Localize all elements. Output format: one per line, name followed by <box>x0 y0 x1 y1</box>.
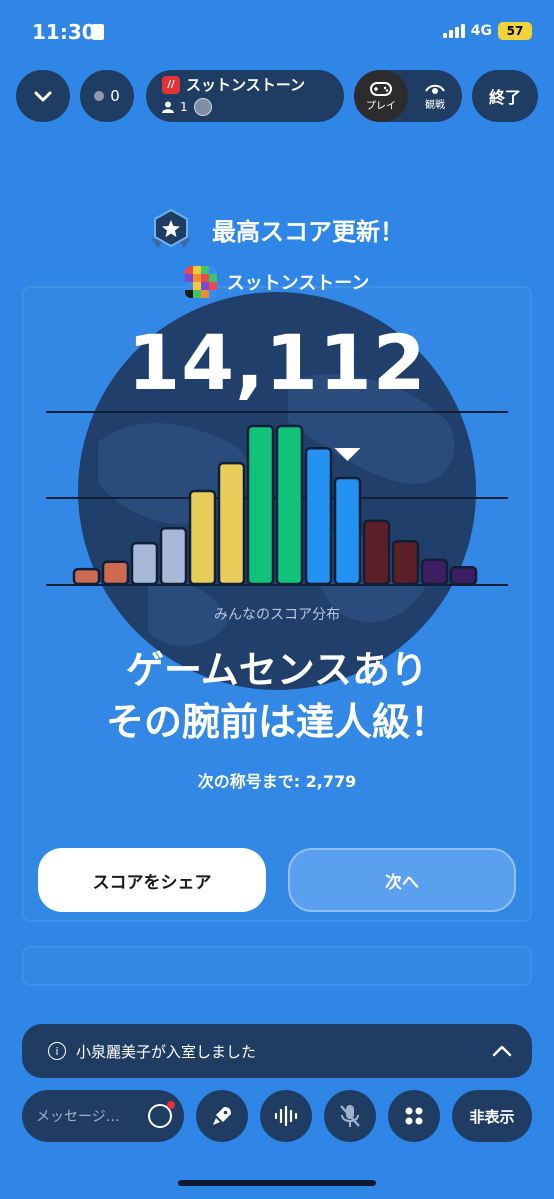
mic-button[interactable] <box>324 1090 376 1142</box>
next-button[interactable]: 次へ <box>288 848 516 912</box>
distribution-bar <box>304 447 333 586</box>
distribution-bar <box>101 560 130 586</box>
game-icon <box>184 266 217 298</box>
sound-wave-icon <box>274 1105 298 1127</box>
message-input[interactable]: メッセージ… <box>22 1090 184 1142</box>
orientation-lock-icon <box>92 24 104 40</box>
signal-icon <box>442 24 465 38</box>
collapse-button[interactable] <box>16 70 70 122</box>
chevron-down-icon <box>34 91 52 102</box>
result-header: 最高スコア更新！ <box>0 208 554 250</box>
status-time: 11:30 <box>32 20 96 44</box>
mic-muted-icon <box>340 1105 360 1127</box>
chevron-up-icon[interactable] <box>492 1044 512 1058</box>
status-bar: 11:30 4G 57 <box>0 0 554 64</box>
your-score-marker <box>334 448 361 462</box>
battery-icon: 57 <box>498 22 532 40</box>
share-score-button[interactable]: スコアをシェア <box>38 848 266 912</box>
network-type: 4G <box>470 23 492 39</box>
headline-line-2: その腕前は達人級！ <box>105 700 448 744</box>
game-name: スットンストーン <box>226 273 370 294</box>
score-value: 14,112 <box>127 318 427 407</box>
message-placeholder: メッセージ… <box>36 1109 120 1125</box>
bottom-bar: メッセージ… 非表示 <box>0 1088 554 1144</box>
score-distribution-chart <box>46 411 508 586</box>
distribution-bar <box>420 558 449 586</box>
distribution-bar <box>246 424 275 586</box>
distribution-bar <box>159 526 188 586</box>
star-badge-icon <box>152 208 190 248</box>
next-title-progress: 次の称号まで: 2,779 <box>197 772 357 791</box>
viewer-count: 0 <box>110 87 120 105</box>
voice-button[interactable] <box>260 1090 312 1142</box>
mode-play-label: プレイ <box>366 100 396 112</box>
distribution-bar <box>333 476 362 586</box>
distribution-bar <box>72 567 101 586</box>
battery-level: 57 <box>506 24 524 38</box>
info-icon: i <box>48 1042 66 1060</box>
end-button[interactable]: 終了 <box>472 70 538 122</box>
player-count: 1 <box>180 100 188 114</box>
mode-play-button[interactable]: プレイ <box>354 70 408 122</box>
distribution-bar <box>188 489 217 586</box>
distribution-bar <box>391 539 420 586</box>
game-logo-icon: // <box>162 75 180 94</box>
player-avatar <box>193 98 212 116</box>
mode-watch-label: 観戦 <box>425 99 445 111</box>
apps-button[interactable] <box>388 1090 440 1142</box>
top-controls: 0 // スットンストーン 1 プレイ 観戦 終了 <box>0 70 554 124</box>
viewer-count-button[interactable]: 0 <box>80 70 134 122</box>
distribution-bar <box>217 461 246 586</box>
headline-line-1: ゲームセンスあり <box>125 648 429 692</box>
person-icon <box>162 101 174 113</box>
mode-watch-button[interactable]: 観戦 <box>408 70 462 122</box>
distribution-label: みんなのスコア分布 <box>214 607 340 623</box>
end-label: 終了 <box>488 88 521 107</box>
viewer-dot-icon <box>94 91 105 101</box>
mode-switch: プレイ 観戦 <box>354 70 462 122</box>
emoji-icon[interactable] <box>148 1101 175 1128</box>
distribution-bar <box>130 541 159 586</box>
badge-title: 最高スコア更新！ <box>212 217 404 246</box>
game-info-pill[interactable]: // スットンストーン 1 <box>146 70 344 122</box>
rocket-button[interactable] <box>196 1090 248 1142</box>
join-notification[interactable]: i 小泉麗美子が入室しました <box>22 1024 532 1078</box>
distribution-bar <box>449 566 478 586</box>
hide-button[interactable]: 非表示 <box>452 1090 532 1142</box>
grid-icon <box>405 1107 423 1125</box>
distribution-bar <box>362 519 391 586</box>
game-title: スットンストーン <box>186 76 305 94</box>
rocket-icon <box>213 1107 231 1125</box>
distribution-bar <box>275 424 304 586</box>
gamepad-icon <box>370 81 392 96</box>
notification-text: 小泉麗美子が入室しました <box>76 1042 257 1061</box>
eye-icon <box>425 84 445 94</box>
home-indicator <box>178 1180 376 1186</box>
title-headline: ゲームセンスあり その腕前は達人級！ <box>0 644 554 748</box>
